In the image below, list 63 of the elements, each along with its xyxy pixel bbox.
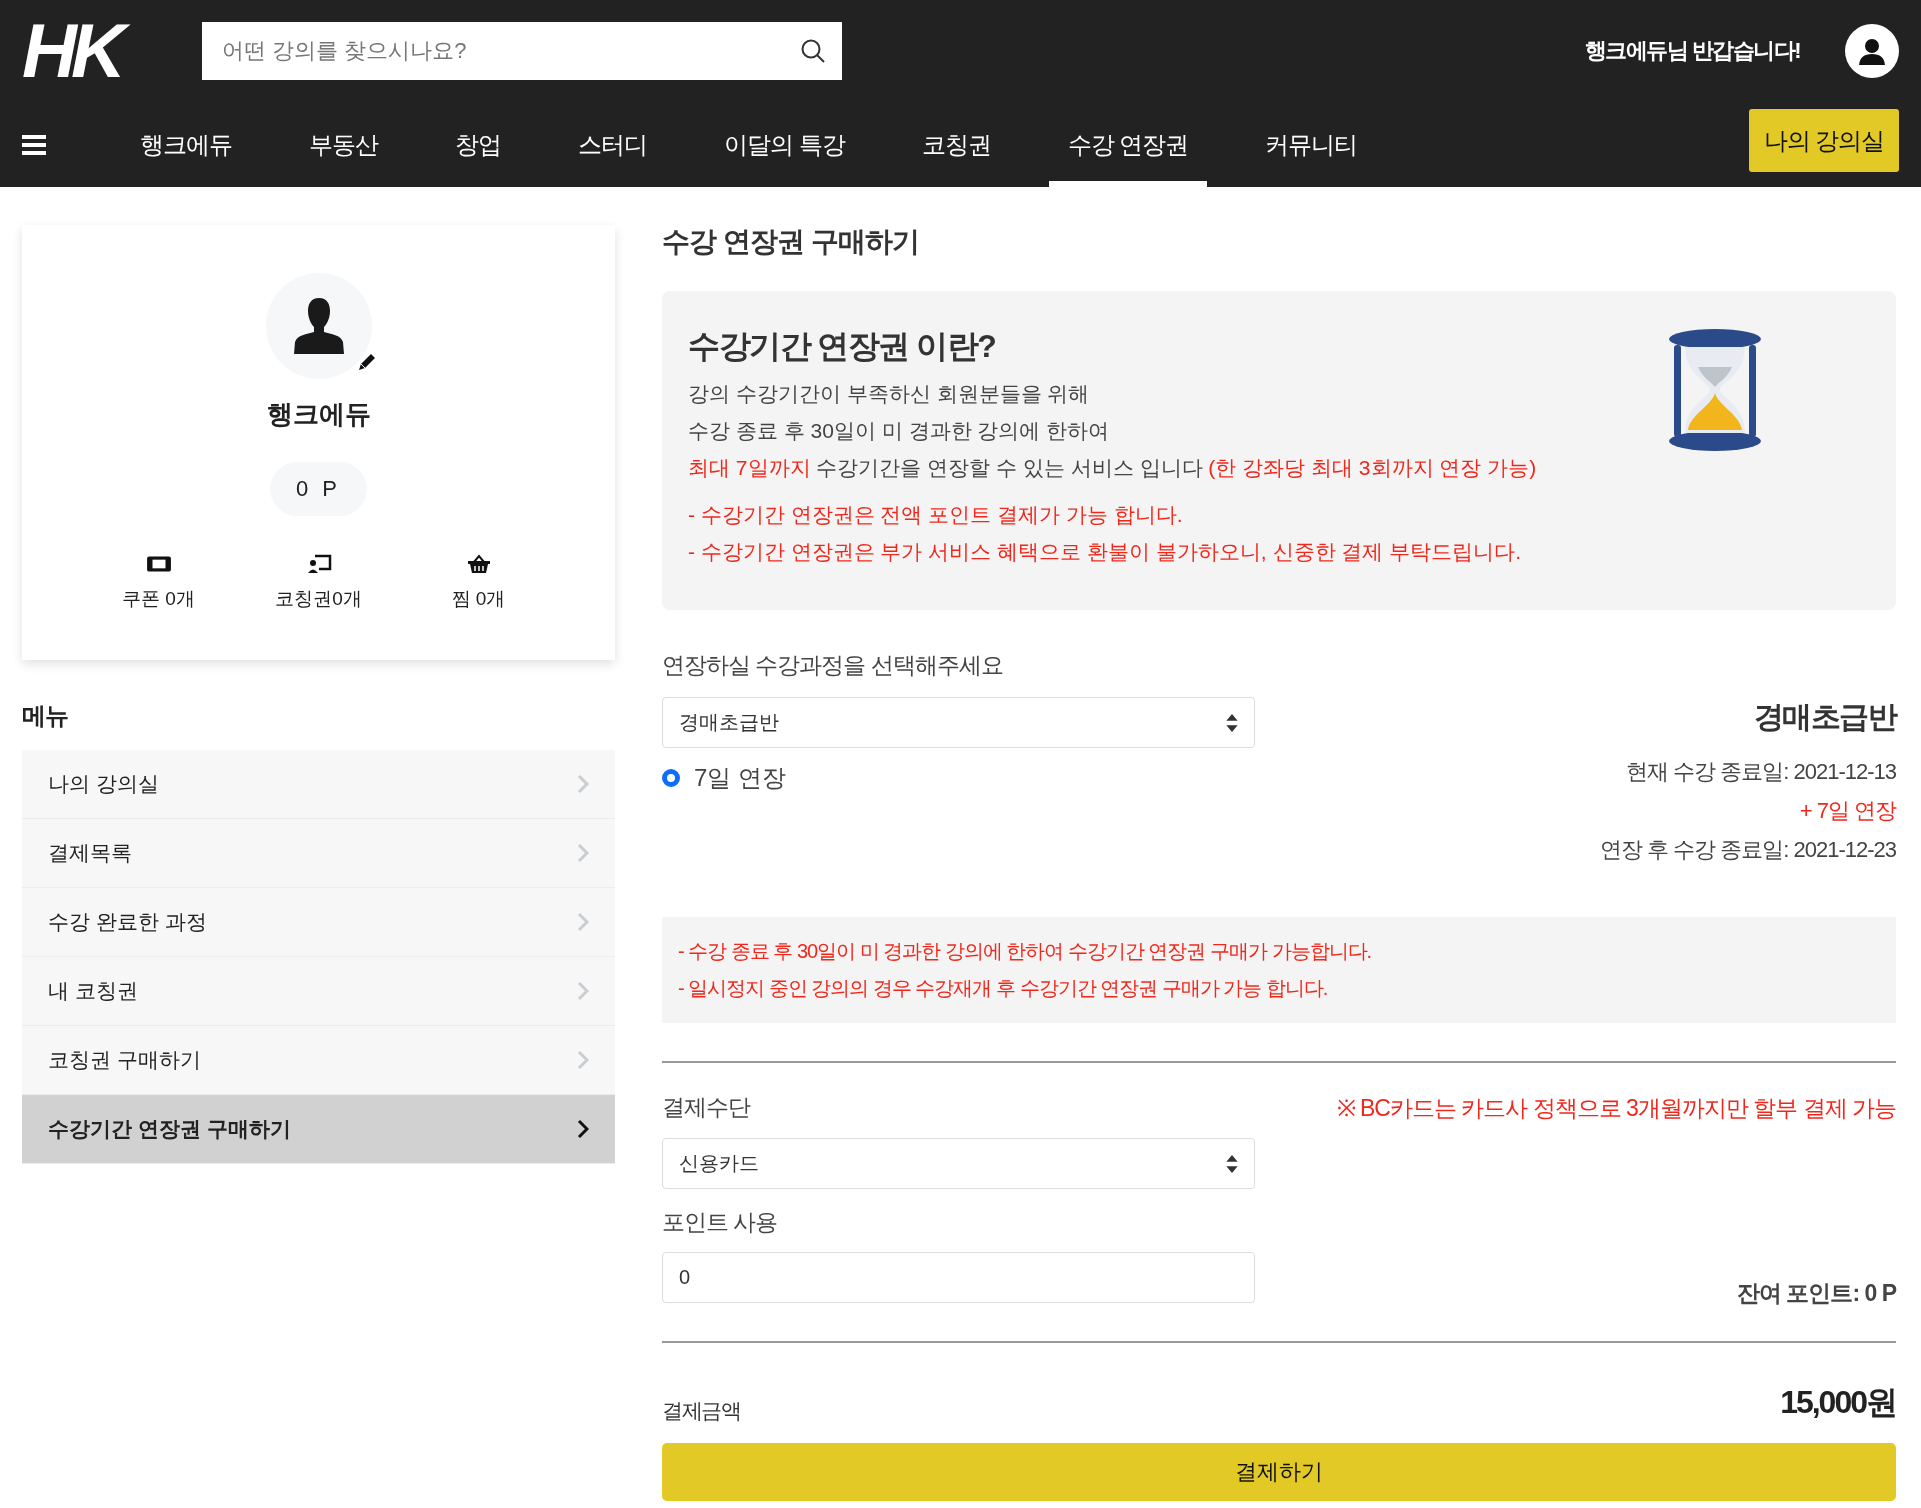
profile-name: 행크에듀 bbox=[266, 398, 371, 431]
sidebar-menu-item[interactable]: 결제목록 bbox=[22, 819, 615, 888]
ticket-icon bbox=[145, 554, 172, 574]
search-icon[interactable] bbox=[800, 38, 826, 64]
stat-label[interactable]: 쿠폰 0개 bbox=[122, 586, 195, 612]
info-text: 최대 7일까지 수강기간을 연장할 수 있는 서비스 입니다 (한 강좌당 최대 3회까지 연장 가능) bbox=[688, 455, 1537, 481]
card-notice: ※ BC카드는 카드사 정책으로 3개월까지만 할부 결제 가능 bbox=[1336, 1094, 1896, 1123]
my-classroom-button[interactable]: 나의 강의실 bbox=[1749, 109, 1899, 172]
extension-text: + 7일 연장 bbox=[1799, 797, 1896, 825]
menu-icon[interactable] bbox=[22, 133, 46, 156]
sort-arrows-icon bbox=[1226, 1154, 1238, 1173]
basket-icon bbox=[465, 554, 492, 574]
sidebar-menu-item[interactable]: 수강 완료한 과정 bbox=[22, 888, 615, 957]
notice-text: - 일시정지 중인 강의의 경우 수강재개 후 수강기간 연장권 구매가 가능 합니다. bbox=[678, 976, 1329, 1001]
nav-tab[interactable]: 스터디 bbox=[559, 102, 666, 187]
course-dropdown[interactable]: 경매초급반 bbox=[662, 697, 1255, 748]
nav-tab[interactable]: 코칭권 bbox=[902, 102, 1010, 187]
chevron-right-icon bbox=[577, 1050, 589, 1070]
points-badge: 0 P bbox=[270, 462, 367, 516]
chevron-right-icon bbox=[577, 981, 589, 1001]
teacher-board-icon bbox=[305, 554, 332, 574]
chevron-right-icon bbox=[577, 912, 589, 932]
search-field[interactable]: 어떤 강의를 찾으시나요? bbox=[202, 22, 842, 80]
payment-method-label: 결제수단 bbox=[662, 1093, 750, 1122]
nav-tab[interactable]: 커뮤니티 bbox=[1246, 102, 1377, 187]
total-label: 결제금액 bbox=[662, 1398, 740, 1424]
page-title: 수강 연장권 구매하기 bbox=[662, 225, 920, 259]
info-note: - 수강기간 연장권은 부가 서비스 혜택으로 환불이 불가하오니, 신중한 결제 부탁드립니다. bbox=[688, 539, 1522, 565]
current-end-date: 현재 수강 종료일: 2021-12-13 bbox=[1626, 758, 1896, 786]
info-text: 수강 종료 후 30일이 미 경과한 강의에 한하여 bbox=[688, 418, 1111, 444]
chevron-right-icon bbox=[577, 1119, 589, 1139]
sort-arrows-icon bbox=[1226, 713, 1238, 732]
new-end-date: 연장 후 수강 종료일: 2021-12-23 bbox=[1599, 836, 1896, 864]
sidebar-menu-item[interactable]: 나의 강의실 bbox=[22, 750, 615, 819]
notice-text: - 수강 종료 후 30일이 미 경과한 강의에 한하여 수강기간 연장권 구매가 가능합니다. bbox=[678, 939, 1373, 964]
user-avatar-icon[interactable] bbox=[1845, 24, 1899, 78]
sidebar-menu-item[interactable]: 코칭권 구매하기 bbox=[22, 1026, 615, 1095]
stat-label[interactable]: 찜 0개 bbox=[451, 586, 506, 612]
extension-radio[interactable]: 7일 연장 bbox=[662, 762, 786, 794]
info-note: - 수강기간 연장권은 전액 포인트 결제가 가능 합니다. bbox=[688, 502, 1184, 528]
stat-label[interactable]: 코칭권0개 bbox=[275, 586, 362, 612]
course-name: 경매초급반 bbox=[1753, 699, 1896, 735]
nav-tab[interactable]: 수강 연장권 bbox=[1048, 102, 1208, 187]
chevron-right-icon bbox=[577, 774, 589, 794]
payment-method-dropdown[interactable]: 신용카드 bbox=[662, 1138, 1255, 1189]
menu-title: 메뉴 bbox=[22, 701, 69, 731]
pay-button[interactable]: 결제하기 bbox=[662, 1443, 1896, 1501]
info-text: 강의 수강기간이 부족하신 회원분들을 위해 bbox=[688, 381, 1091, 407]
points-label: 포인트 사용 bbox=[662, 1208, 779, 1237]
info-heading: 수강기간 연장권 이란? bbox=[688, 327, 997, 366]
points-input[interactable]: 0 bbox=[662, 1252, 1255, 1303]
sidebar-menu-item[interactable]: 내 코칭권 bbox=[22, 957, 615, 1026]
nav-tab[interactable]: 창업 bbox=[436, 102, 520, 187]
nav-tab[interactable]: 행크에듀 bbox=[121, 102, 251, 187]
logo[interactable]: HK bbox=[22, 13, 142, 89]
course-select-label: 연장하실 수강과정을 선택해주세요 bbox=[662, 651, 1004, 680]
total-amount: 15,000원 bbox=[1780, 1383, 1896, 1422]
remaining-points: 잔여 포인트: 0 P bbox=[1737, 1279, 1896, 1308]
sidebar-menu-item[interactable]: 수강기간 연장권 구매하기 bbox=[22, 1095, 615, 1164]
nav-tab[interactable]: 이달의 특강 bbox=[705, 102, 864, 187]
chevron-right-icon bbox=[577, 843, 589, 863]
nav-tab[interactable]: 부동산 bbox=[290, 102, 397, 187]
greeting-text: 행크에듀님 반갑습니다! bbox=[1584, 37, 1800, 65]
